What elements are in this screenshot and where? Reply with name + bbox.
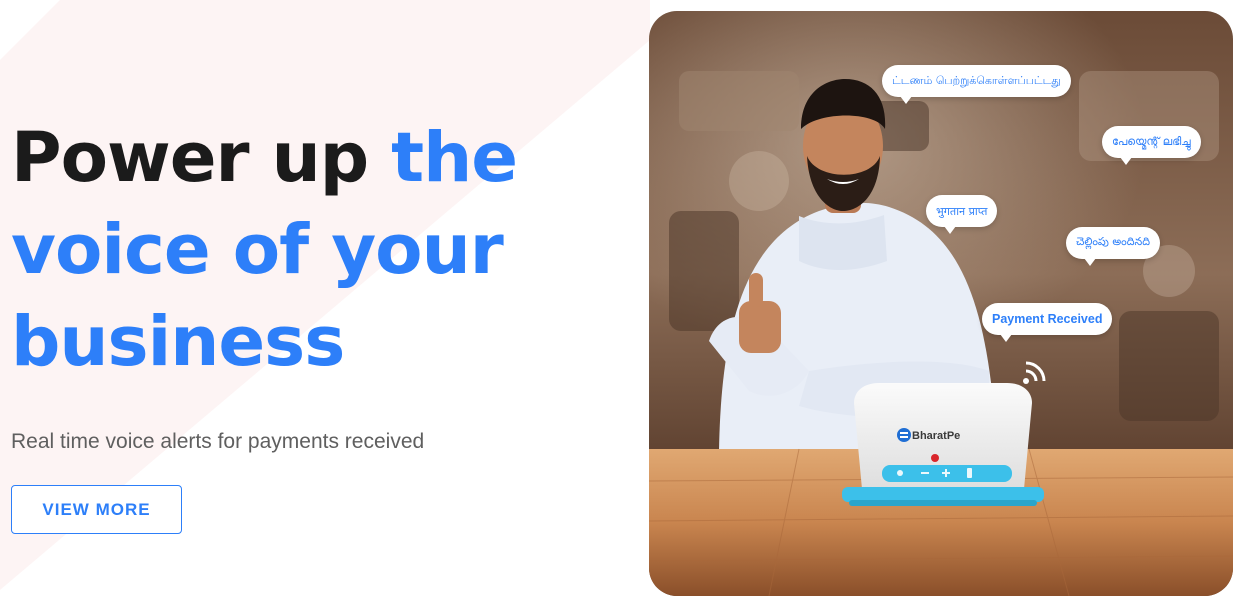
battery-icon [967,468,972,478]
speech-bubble-english: Payment Received [982,303,1113,342]
headline-accent-1: the [391,118,518,198]
speech-bubble-tamil: ட்டணம் பெற்றுக்கொள்ளப்பட்டது [882,65,1071,104]
hero-image: ட்டணம் பெற்றுக்கொள்ளப்பட்டது പേയ്മെന്റ് … [649,11,1233,596]
plus-icon-v [945,469,947,477]
speech-bubble-telugu: చెల్లింపు అందినది [1066,227,1161,266]
headline-accent-2: voice of your [11,210,504,290]
hero-illustration [649,11,1233,596]
hero-headline: Power up the voice of your business [11,112,518,388]
speech-bubble-malayalam: പേയ്മെന്റ് ലഭിച്ചു [1102,126,1201,165]
headline-accent-3: business [11,302,345,382]
view-more-button[interactable]: VIEW MORE [11,485,182,534]
speech-bubble-hindi: भुगतान प्राप्त [926,195,998,234]
bharatpe-logo-icon [897,428,911,442]
hero-subtitle: Real time voice alerts for payments rece… [11,430,425,453]
minus-icon [921,472,929,474]
volume-icon [897,470,903,476]
headline-dark-text: Power up [11,118,392,198]
soundbox-device [842,383,1044,506]
device-brand-label: BharatPe [912,430,961,442]
